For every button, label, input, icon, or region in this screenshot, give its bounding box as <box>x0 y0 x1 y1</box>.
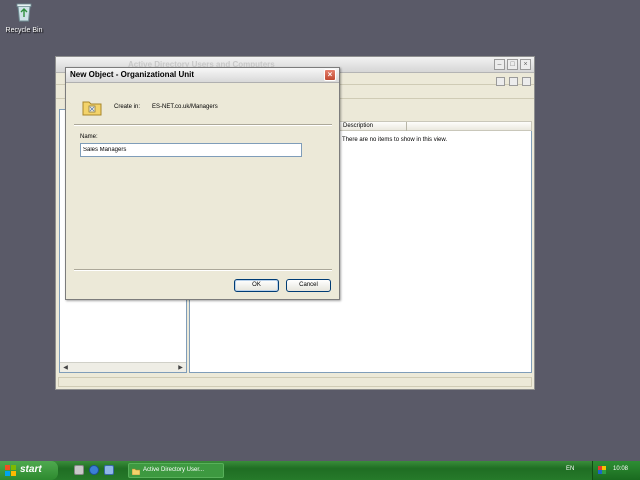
dialog-title: New Object - Organizational Unit <box>70 70 195 79</box>
dialog-close-button[interactable]: × <box>324 69 336 81</box>
start-label: start <box>20 464 42 475</box>
scroll-left-icon[interactable]: ◀ <box>61 364 70 372</box>
taskbar: start Active Directory User... EN 10:08 <box>0 461 640 480</box>
recycle-bin-label: Recycle Bin <box>5 27 43 34</box>
minimize-button[interactable]: – <box>494 59 505 70</box>
create-in-path: ES-NET.co.uk/Managers <box>152 104 218 110</box>
cancel-button[interactable]: Cancel <box>286 279 331 292</box>
dialog-titlebar[interactable]: New Object - Organizational Unit × <box>66 68 339 83</box>
create-in-label: Create in: <box>114 104 141 110</box>
ok-button[interactable]: OK <box>234 279 279 292</box>
tree-horizontal-scrollbar[interactable]: ◀ ▶ <box>60 362 186 372</box>
windows-logo-icon <box>5 465 16 476</box>
taskbar-item-label: Active Directory User... <box>143 467 205 473</box>
dialog-divider-top <box>74 124 332 126</box>
column-header-description[interactable]: Description <box>343 123 403 129</box>
empty-view-message: There are no items to show in this view. <box>342 137 448 143</box>
clock[interactable]: 10:08 <box>613 466 628 472</box>
name-label: Name: <box>80 134 98 140</box>
tray-app-icon[interactable] <box>598 466 606 474</box>
recycle-bin-icon <box>16 3 32 22</box>
start-button[interactable]: start <box>0 461 58 480</box>
child-close-button[interactable] <box>522 77 531 86</box>
column-separator[interactable] <box>406 122 407 131</box>
window-close-button[interactable]: × <box>520 59 531 70</box>
language-indicator[interactable]: EN <box>566 466 574 472</box>
dialog-divider-bottom <box>74 269 332 271</box>
quicklaunch-explorer-icon[interactable] <box>104 465 114 475</box>
quicklaunch-internet-explorer-icon[interactable] <box>89 465 99 475</box>
status-bar <box>58 377 532 387</box>
taskbar-item-active-directory[interactable]: Active Directory User... <box>128 463 224 478</box>
scroll-right-icon[interactable]: ▶ <box>176 364 185 372</box>
organizational-unit-icon <box>82 101 102 116</box>
recycle-bin-desktop-icon[interactable]: Recycle Bin <box>4 2 44 34</box>
system-tray: 10:08 <box>592 461 640 480</box>
name-input[interactable] <box>80 143 302 157</box>
new-ou-dialog: New Object - Organizational Unit × Creat… <box>65 67 340 300</box>
maximize-button[interactable]: □ <box>507 59 518 70</box>
child-restore-button[interactable] <box>509 77 518 86</box>
quicklaunch-show-desktop-icon[interactable] <box>74 465 84 475</box>
child-minimize-button[interactable] <box>496 77 505 86</box>
active-directory-icon <box>132 468 140 475</box>
